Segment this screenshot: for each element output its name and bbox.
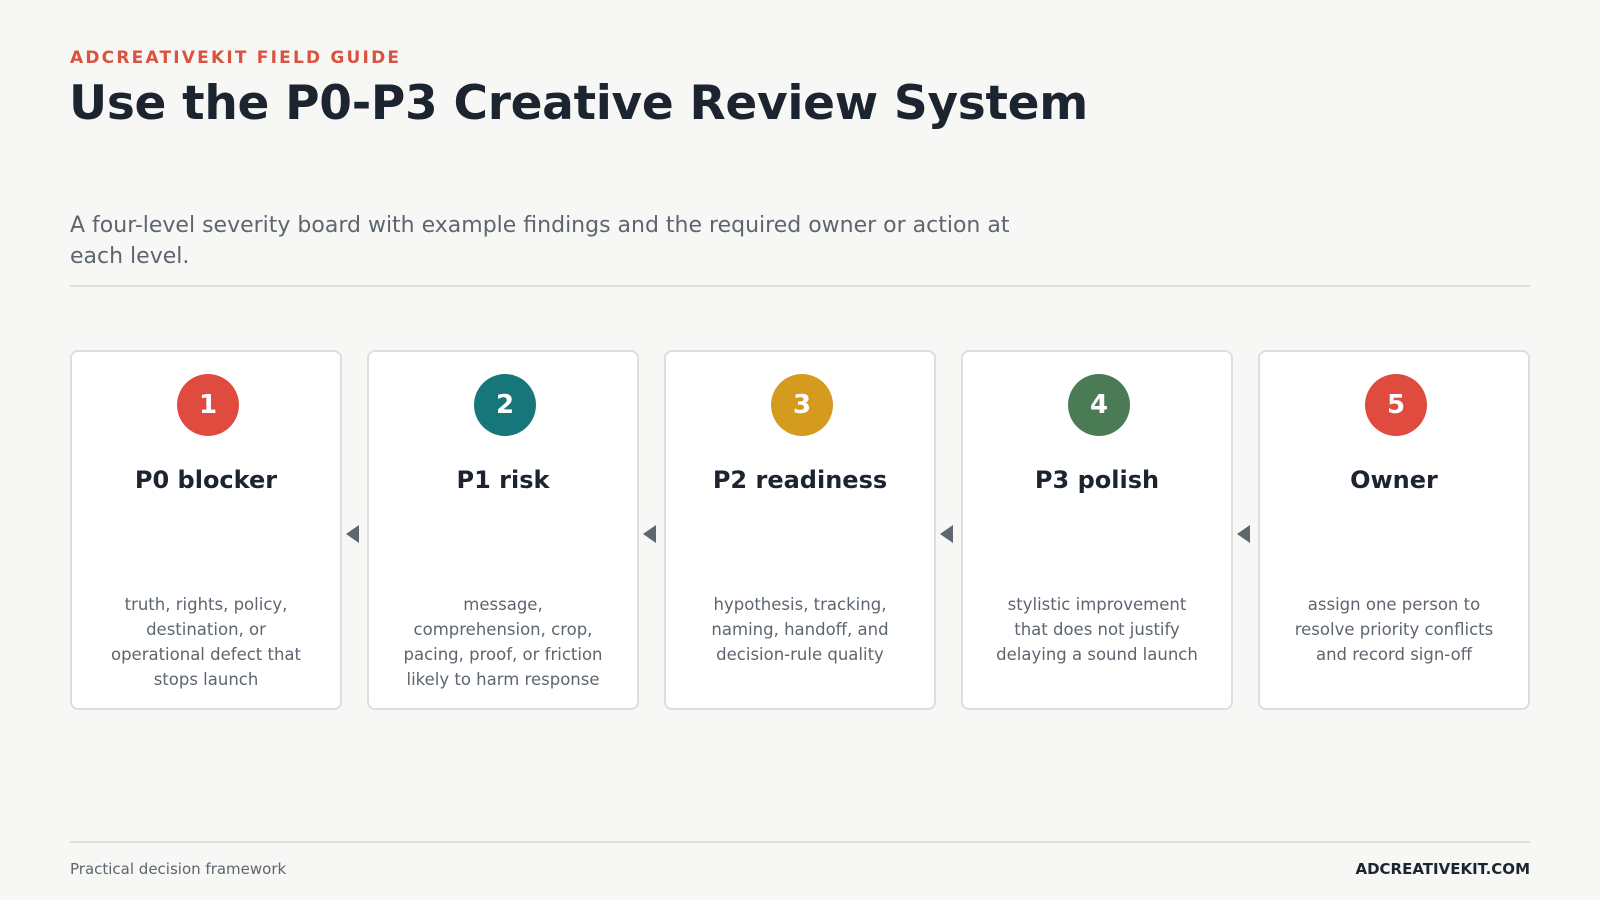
- card-title: P0 blocker: [134, 466, 278, 494]
- card-title: Owner: [1350, 466, 1438, 494]
- footer-caption: Practical decision framework: [70, 860, 287, 878]
- card-description: truth, rights, policy, destination, or o…: [110, 595, 302, 689]
- footer-brand: ADCREATIVEKIT.COM: [1355, 860, 1530, 878]
- card-description: assign one person to resolve priority co…: [1294, 595, 1494, 664]
- severity-card-p2: 3 P2 readiness hypothesis, tracking, nam…: [664, 350, 936, 710]
- page-subtitle: A four-level severity board with example…: [70, 213, 1010, 269]
- step-number-badge: 5: [1365, 374, 1427, 436]
- arrow-left-icon: [940, 525, 953, 543]
- arrow-left-icon: [1237, 525, 1250, 543]
- card-title: P1 risk: [456, 466, 550, 494]
- step-number-badge: 1: [177, 374, 239, 436]
- eyebrow-label: ADCREATIVEKIT FIELD GUIDE: [70, 48, 402, 68]
- card-title: P3 polish: [1034, 466, 1160, 494]
- card-description: message, comprehension, crop, pacing, pr…: [403, 595, 603, 689]
- severity-card-p1: 2 P1 risk message, comprehension, crop, …: [367, 350, 639, 710]
- owner-card: 5 Owner assign one person to resolve pri…: [1258, 350, 1530, 710]
- step-number-badge: 3: [771, 374, 833, 436]
- step-number-badge: 4: [1068, 374, 1130, 436]
- header-divider: [70, 285, 1530, 287]
- severity-board: 1 P0 blocker truth, rights, policy, dest…: [70, 350, 1530, 710]
- card-description: stylistic improvement that does not just…: [996, 595, 1198, 664]
- page-title: Use the P0-P3 Creative Review System: [69, 76, 1088, 131]
- severity-card-p3: 4 P3 polish stylistic improvement that d…: [961, 350, 1233, 710]
- severity-card-p0: 1 P0 blocker truth, rights, policy, dest…: [70, 350, 342, 710]
- footer-divider: [70, 841, 1530, 843]
- arrow-left-icon: [346, 525, 359, 543]
- card-title: P2 readiness: [712, 466, 888, 494]
- arrow-left-icon: [643, 525, 656, 543]
- card-description: hypothesis, tracking, naming, handoff, a…: [711, 595, 889, 664]
- step-number-badge: 2: [474, 374, 536, 436]
